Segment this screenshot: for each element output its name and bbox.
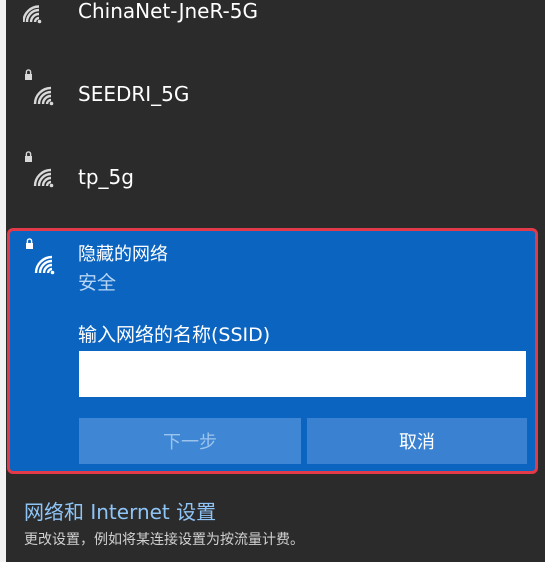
hidden-network-panel: 隐藏的网络 安全 输入网络的名称(SSID) 下一步 取消 — [7, 228, 538, 474]
network-item-chinanet[interactable]: ChinaNet-JneR-5G — [6, 0, 545, 52]
next-button[interactable]: 下一步 — [79, 418, 301, 464]
security-status: 安全 — [78, 272, 117, 294]
network-flyout: ChinaNet-JneR-5G SEEDRI_5G tp_5g 隐藏的网络 安… — [6, 0, 545, 562]
lock-icon — [25, 151, 32, 162]
wifi-secured-icon — [23, 150, 63, 190]
network-settings-description: 更改设置，例如将某连接设置为按流量计费。 — [24, 532, 304, 548]
ssid-input[interactable] — [79, 351, 526, 397]
lock-icon — [25, 69, 32, 80]
network-item-seedri[interactable]: SEEDRI_5G — [6, 58, 545, 138]
hidden-network-title: 隐藏的网络 — [78, 244, 168, 265]
ssid-label: 输入网络的名称(SSID) — [78, 324, 271, 346]
cancel-button[interactable]: 取消 — [307, 418, 527, 464]
network-item-tp5g[interactable]: tp_5g — [6, 140, 545, 220]
lock-icon — [26, 238, 33, 249]
wifi-secured-icon — [24, 237, 64, 277]
network-name: tp_5g — [78, 165, 134, 189]
network-settings-link[interactable]: 网络和 Internet 设置 — [24, 496, 216, 525]
wifi-secured-icon — [23, 68, 63, 108]
wifi-signal-icon — [23, 0, 63, 30]
network-name: ChinaNet-JneR-5G — [78, 0, 258, 23]
network-name: SEEDRI_5G — [78, 82, 190, 106]
